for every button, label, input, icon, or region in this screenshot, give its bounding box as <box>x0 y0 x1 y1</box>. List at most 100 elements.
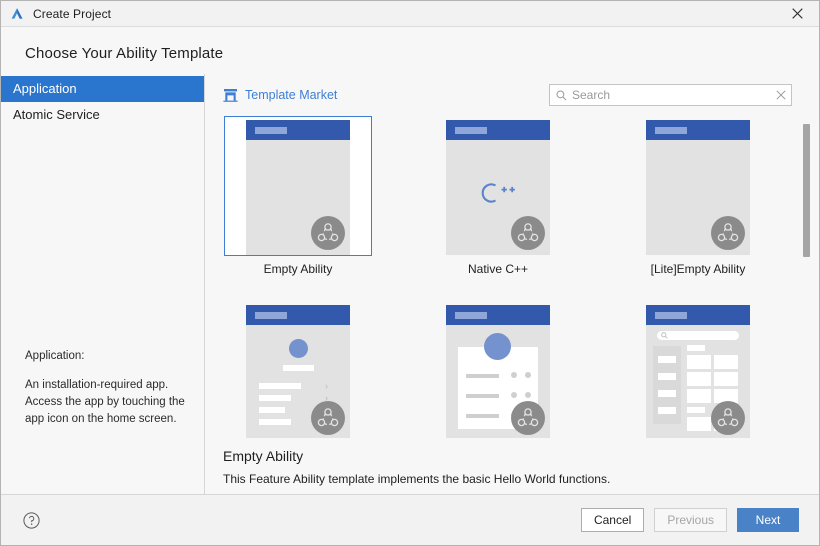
page-title: Choose Your Ability Template <box>25 45 224 62</box>
mock-searchbar <box>657 331 739 340</box>
mock-bar <box>658 356 676 363</box>
thumb-topbar <box>646 120 750 140</box>
mock-bar <box>658 373 676 380</box>
template-card-cell: Native C++ <box>423 116 573 276</box>
footer-buttons: Cancel Previous Next <box>580 508 799 532</box>
template-card-grid-nav[interactable] <box>624 301 772 438</box>
close-icon <box>791 8 803 19</box>
thumb-topbar <box>246 120 350 140</box>
mock-tile <box>714 355 738 369</box>
chevron-right-icon: › <box>325 381 328 391</box>
template-grid-viewport: Empty Ability Native C++ [Lite]Empty Abi… <box>205 116 819 438</box>
search-icon <box>556 90 567 101</box>
thumb-topbar <box>246 305 350 325</box>
mock-tile <box>687 417 711 431</box>
mock-dot <box>525 392 531 398</box>
template-card-label: Native C++ <box>467 262 529 276</box>
search-box[interactable] <box>549 84 792 106</box>
mock-dot <box>511 392 517 398</box>
mock-bar <box>259 383 301 389</box>
template-thumbnail: › › › › <box>246 305 350 438</box>
template-thumbnail <box>446 305 550 438</box>
category-description-body: An installation-required app. Access the… <box>25 379 185 425</box>
template-card-card-detail[interactable] <box>424 301 572 438</box>
previous-button[interactable]: Previous <box>654 508 727 532</box>
next-button[interactable]: Next <box>737 508 799 532</box>
template-card-native-cpp[interactable] <box>424 116 572 256</box>
harmonyos-badge-icon <box>511 401 545 435</box>
template-thumbnail <box>646 305 750 438</box>
harmonyos-badge-icon <box>311 216 345 250</box>
template-grid: Empty Ability Native C++ [Lite]Empty Abi… <box>223 116 789 438</box>
template-card-label: Empty Ability <box>263 262 333 276</box>
mock-bar <box>466 374 499 378</box>
harmonyos-badge-icon <box>311 401 345 435</box>
template-card-profile-list[interactable]: › › › › <box>224 301 372 438</box>
avatar <box>484 333 511 360</box>
mock-tile <box>687 389 711 403</box>
mock-bar <box>259 419 291 425</box>
harmonyos-badge-icon <box>711 401 745 435</box>
sidebar-item-application[interactable]: Application <box>1 76 204 102</box>
template-card-lite-empty-ability[interactable] <box>624 116 772 256</box>
sidebar-item-label: Application <box>13 81 77 96</box>
sidebar-item-label: Atomic Service <box>13 107 100 122</box>
template-grid-scrollbar[interactable] <box>802 116 811 438</box>
body-row: Application Atomic Service Application: … <box>1 74 819 494</box>
template-card-cell <box>423 301 573 438</box>
harmonyos-badge-icon <box>711 216 745 250</box>
template-market-label: Template Market <box>245 88 338 102</box>
mock-bar <box>658 407 676 414</box>
template-card-empty-ability[interactable] <box>224 116 372 256</box>
template-card-cell <box>623 301 773 438</box>
template-market-link[interactable]: Template Market <box>223 88 337 102</box>
template-thumbnail <box>246 120 350 255</box>
dialog-content: Choose Your Ability Template Application… <box>1 27 819 494</box>
mock-tile <box>714 372 738 386</box>
category-list: Application Atomic Service <box>1 76 204 128</box>
search-icon <box>661 332 668 339</box>
template-card-cell: Empty Ability <box>223 116 373 276</box>
dialog-footer: Cancel Previous Next <box>1 494 819 545</box>
mock-bar <box>259 407 285 413</box>
category-description-title: Application: <box>25 350 85 362</box>
mock-tile <box>687 355 711 369</box>
selected-template-description: Empty Ability This Feature Ability templ… <box>205 438 819 486</box>
cpp-glyph-icon <box>446 180 550 211</box>
thumb-topbar <box>646 305 750 325</box>
template-thumbnail <box>446 120 550 255</box>
window-title: Create Project <box>33 6 112 21</box>
thumb-topbar <box>446 120 550 140</box>
mock-bar <box>466 394 499 398</box>
avatar <box>289 339 308 358</box>
template-panel: Template Market Search Empty Ability Nat… <box>205 74 819 494</box>
template-card-cell: › › › › <box>223 301 373 438</box>
deveco-logo-icon <box>11 7 23 19</box>
search-input[interactable] <box>567 88 776 102</box>
title-bar: Create Project <box>1 1 819 27</box>
close-button[interactable] <box>775 1 819 26</box>
cancel-button[interactable]: Cancel <box>580 508 645 532</box>
selected-template-title: Empty Ability <box>223 448 304 464</box>
shop-icon <box>223 89 238 102</box>
mock-tile <box>687 372 711 386</box>
mock-bar <box>687 407 705 413</box>
scrollbar-thumb[interactable] <box>803 124 810 257</box>
template-card-cell: [Lite]Empty Ability <box>623 116 773 276</box>
thumb-topbar <box>446 305 550 325</box>
mock-bar <box>687 345 705 351</box>
template-thumbnail <box>646 120 750 255</box>
harmonyos-badge-icon <box>511 216 545 250</box>
template-toolbar: Template Market <box>205 74 819 116</box>
template-card-label: [Lite]Empty Ability <box>650 262 746 276</box>
create-project-dialog: Create Project Choose Your Ability Templ… <box>0 0 820 546</box>
selected-template-subtitle: This Feature Ability template implements… <box>223 472 611 486</box>
mock-bar <box>283 365 314 371</box>
mock-dot <box>511 372 517 378</box>
clear-x-icon[interactable] <box>776 90 786 100</box>
mock-dot <box>525 372 531 378</box>
mock-bar <box>658 390 676 397</box>
help-circle-icon[interactable] <box>23 511 40 529</box>
sidebar-item-atomic-service[interactable]: Atomic Service <box>1 102 204 128</box>
category-description: Application: An installation-required ap… <box>25 348 190 428</box>
